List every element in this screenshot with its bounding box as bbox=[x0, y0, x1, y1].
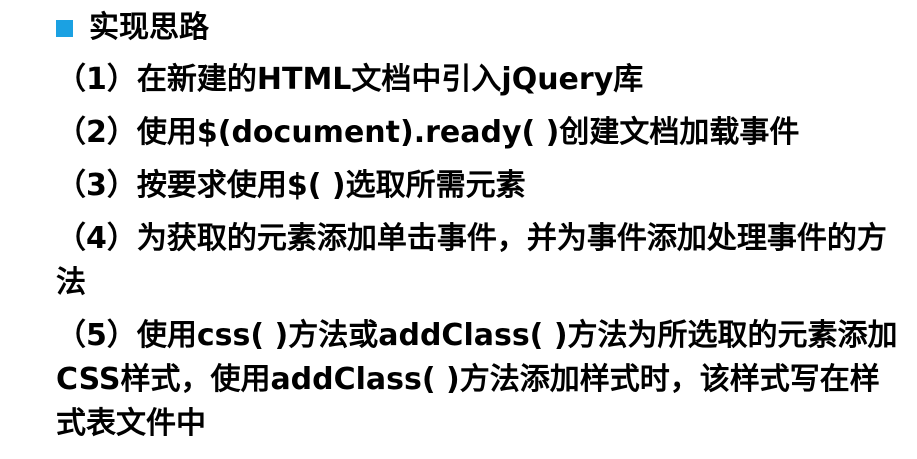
step-text: 为获取的元素添加单击事件，并为事件添加处理事件的方法 bbox=[56, 221, 887, 300]
step-number: （1） bbox=[56, 62, 137, 97]
step-number: （5） bbox=[56, 318, 137, 353]
section-heading: 实现思路 bbox=[56, 6, 209, 50]
step-number: （3） bbox=[56, 168, 137, 203]
heading-text: 实现思路 bbox=[89, 10, 209, 45]
step-text: 使用$(document).ready( )创建文档加载事件 bbox=[136, 115, 800, 150]
step-text: 按要求使用$( )选取所需元素 bbox=[136, 168, 526, 203]
step-number: （4） bbox=[56, 221, 137, 256]
step-item: （2）使用$(document).ready( )创建文档加载事件 bbox=[56, 111, 901, 155]
step-text: 使用css( )方法或addClass( )方法为所选取的元素添加CSS样式，使… bbox=[56, 318, 898, 441]
step-item: （3）按要求使用$( )选取所需元素 bbox=[56, 164, 901, 208]
step-item: （5）使用css( )方法或addClass( )方法为所选取的元素添加CSS样… bbox=[56, 314, 901, 446]
slide: 实现思路 （1）在新建的HTML文档中引入jQuery库 （2）使用$(docu… bbox=[0, 0, 917, 459]
steps-list: （1）在新建的HTML文档中引入jQuery库 （2）使用$(document)… bbox=[56, 58, 901, 455]
step-item: （1）在新建的HTML文档中引入jQuery库 bbox=[56, 58, 901, 102]
step-number: （2） bbox=[56, 115, 137, 150]
step-item: （4）为获取的元素添加单击事件，并为事件添加处理事件的方法 bbox=[56, 217, 901, 305]
square-bullet-icon bbox=[56, 19, 73, 37]
step-text: 在新建的HTML文档中引入jQuery库 bbox=[136, 62, 644, 97]
